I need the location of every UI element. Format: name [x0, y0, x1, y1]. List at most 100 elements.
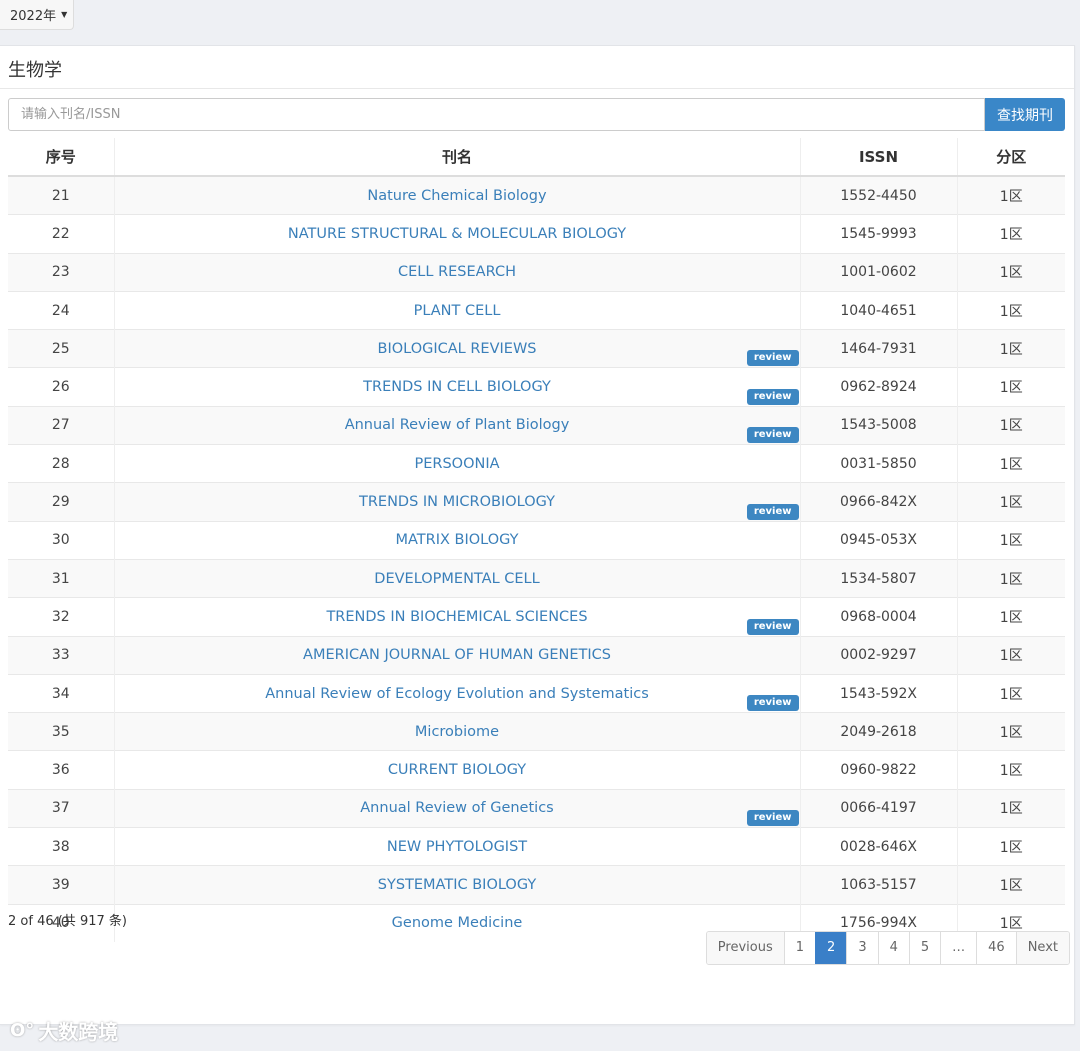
row-issn: 0960-9822	[799, 750, 957, 790]
journal-link[interactable]: Annual Review of Plant Biology	[345, 417, 570, 433]
table-row: 29 TRENDS IN MICROBIOLOGY review 0966-842X 1…	[8, 482, 1065, 522]
row-issn: 0962-8924	[799, 367, 957, 407]
journal-link[interactable]: PLANT CELL	[414, 303, 501, 319]
search-input[interactable]	[8, 98, 985, 131]
row-zone: 1区	[956, 405, 1065, 445]
row-journal-cell: SYSTEMATIC BIOLOGY	[113, 865, 800, 905]
row-journal-cell: Annual Review of Ecology Evolution and S…	[113, 673, 800, 713]
year-select[interactable]: 2022年 ▼	[0, 0, 74, 30]
review-badge: review	[746, 503, 799, 520]
journal-link[interactable]: BIOLOGICAL REVIEWS	[378, 341, 537, 357]
journal-link[interactable]: SYSTEMATIC BIOLOGY	[378, 877, 536, 893]
pagination: Previous 1 2 3 4 5… 46 Next	[705, 931, 1070, 965]
journal-table: 序号 刊名 ISSN 分区 21 Nature Chemical Biology 1…	[8, 138, 1065, 942]
journal-link[interactable]: Annual Review of Genetics	[360, 800, 553, 816]
table-row: 27 Annual Review of Plant Biology review 15…	[8, 405, 1065, 445]
journal-link[interactable]: DEVELOPMENTAL CELL	[374, 571, 539, 587]
previous-page-button[interactable]: Previous	[706, 932, 784, 964]
row-journal-cell: NATURE STRUCTURAL & MOLECULAR BIOLOGY	[113, 214, 800, 254]
journal-panel: 生物学 查找期刊 序号 刊名 ISSN 分区 21 Nature Chemical…	[0, 45, 1075, 1025]
review-badge: review	[746, 388, 799, 405]
row-journal-cell: DEVELOPMENTAL CELL	[113, 558, 800, 598]
row-journal-cell: Microbiome	[113, 712, 800, 751]
row-issn: 1534-5807	[799, 558, 957, 598]
journal-link[interactable]: CELL RESEARCH	[398, 264, 516, 280]
table-row: 23 CELL RESEARCH 1001-0602 1区	[8, 252, 1065, 292]
row-zone: 1区	[956, 214, 1065, 254]
journal-link[interactable]: AMERICAN JOURNAL OF HUMAN GENETICS	[303, 647, 611, 663]
row-issn: 1545-9993	[799, 214, 957, 254]
row-journal-cell: CURRENT BIOLOGY	[113, 750, 800, 790]
row-index: 32	[8, 597, 114, 637]
row-journal-cell: Genome Medicine	[113, 903, 800, 942]
row-issn: 1464-7931	[799, 329, 957, 368]
review-badge: review	[746, 695, 799, 712]
table-row: 32 TRENDS IN BIOCHEMICAL SCIENCES review 09…	[8, 597, 1065, 637]
journal-link[interactable]: NEW PHYTOLOGIST	[387, 839, 527, 855]
page-button[interactable]: 4	[877, 932, 909, 964]
header-journal-name: 刊名	[113, 138, 800, 177]
row-zone: 1区	[956, 367, 1065, 407]
search-button[interactable]: 查找期刊	[985, 98, 1065, 131]
journal-link[interactable]: Microbiome	[415, 724, 499, 740]
row-zone: 1区	[956, 597, 1065, 637]
journal-link[interactable]: PERSOONIA	[414, 456, 499, 472]
row-index: 36	[8, 750, 114, 790]
row-issn: 0966-842X	[799, 482, 957, 522]
journal-link[interactable]: TRENDS IN CELL BIOLOGY	[363, 379, 551, 395]
watermark: ʘ° 大数跨境	[10, 1016, 118, 1045]
row-journal-cell: NEW PHYTOLOGIST	[113, 827, 800, 866]
year-select-label: 2022年	[10, 9, 57, 24]
page-button[interactable]: 5	[908, 932, 941, 964]
row-zone: 1区	[956, 750, 1065, 790]
row-index: 38	[8, 827, 114, 866]
table-row: 22 NATURE STRUCTURAL & MOLECULAR BIOLOGY 1…	[8, 214, 1065, 254]
row-issn: 1040-4651	[799, 290, 957, 330]
next-page-button[interactable]: Next	[1015, 932, 1069, 964]
row-index: 33	[8, 635, 114, 675]
row-index: 23	[8, 252, 114, 292]
journal-link[interactable]: Annual Review of Ecology Evolution and S…	[265, 686, 649, 702]
row-issn: 1552-4450	[799, 175, 957, 215]
row-issn: 0028-646X	[799, 827, 957, 866]
row-index: 37	[8, 788, 114, 828]
table-row: 30 MATRIX BIOLOGY 0945-053X 1区	[8, 520, 1065, 560]
table-row: 31 DEVELOPMENTAL CELL 1534-5807 1区	[8, 558, 1065, 598]
pagination-ellipsis: …	[940, 932, 977, 964]
row-index: 34	[8, 673, 114, 713]
wechat-logo-icon: ʘ°	[10, 1020, 35, 1041]
table-row: 38 NEW PHYTOLOGIST 0028-646X 1区	[8, 827, 1065, 866]
row-zone: 1区	[956, 788, 1065, 828]
journal-link[interactable]: TRENDS IN MICROBIOLOGY	[359, 494, 555, 510]
review-badge: review	[746, 350, 799, 367]
caret-down-icon: ▼	[61, 10, 68, 19]
page-button[interactable]: 2	[815, 932, 847, 964]
row-zone: 1区	[956, 520, 1065, 560]
row-issn: 0031-5850	[799, 444, 957, 483]
journal-link[interactable]: Genome Medicine	[392, 915, 523, 931]
journal-link[interactable]: CURRENT BIOLOGY	[388, 762, 526, 778]
page-button[interactable]: 46	[976, 932, 1016, 964]
journal-link[interactable]: NATURE STRUCTURAL & MOLECULAR BIOLOGY	[288, 226, 626, 242]
journal-link[interactable]: Nature Chemical Biology	[367, 188, 546, 204]
row-index: 35	[8, 712, 114, 751]
row-journal-cell: CELL RESEARCH	[113, 252, 800, 292]
row-issn: 1543-592X	[799, 673, 957, 713]
page-button[interactable]: 1	[783, 932, 816, 964]
journal-link[interactable]: TRENDS IN BIOCHEMICAL SCIENCES	[326, 609, 587, 625]
row-journal-cell: BIOLOGICAL REVIEWS review	[113, 329, 800, 368]
row-index: 31	[8, 558, 114, 598]
page-button[interactable]: 3	[846, 932, 878, 964]
table-row: 35 Microbiome 2049-2618 1区	[8, 712, 1065, 751]
row-index: 25	[8, 329, 114, 368]
review-badge: review	[746, 810, 799, 827]
row-zone: 1区	[956, 444, 1065, 483]
result-summary: 2 of 46 (共 917 条)	[8, 914, 127, 929]
row-journal-cell: TRENDS IN CELL BIOLOGY review	[113, 367, 800, 407]
journal-link[interactable]: MATRIX BIOLOGY	[395, 532, 518, 548]
table-header-row: 序号 刊名 ISSN 分区	[8, 138, 1065, 177]
table-row: 25 BIOLOGICAL REVIEWS review 1464-7931 1区	[8, 329, 1065, 368]
watermark-text: 大数跨境	[38, 1020, 119, 1044]
row-zone: 1区	[956, 558, 1065, 598]
review-badge: review	[746, 618, 799, 635]
